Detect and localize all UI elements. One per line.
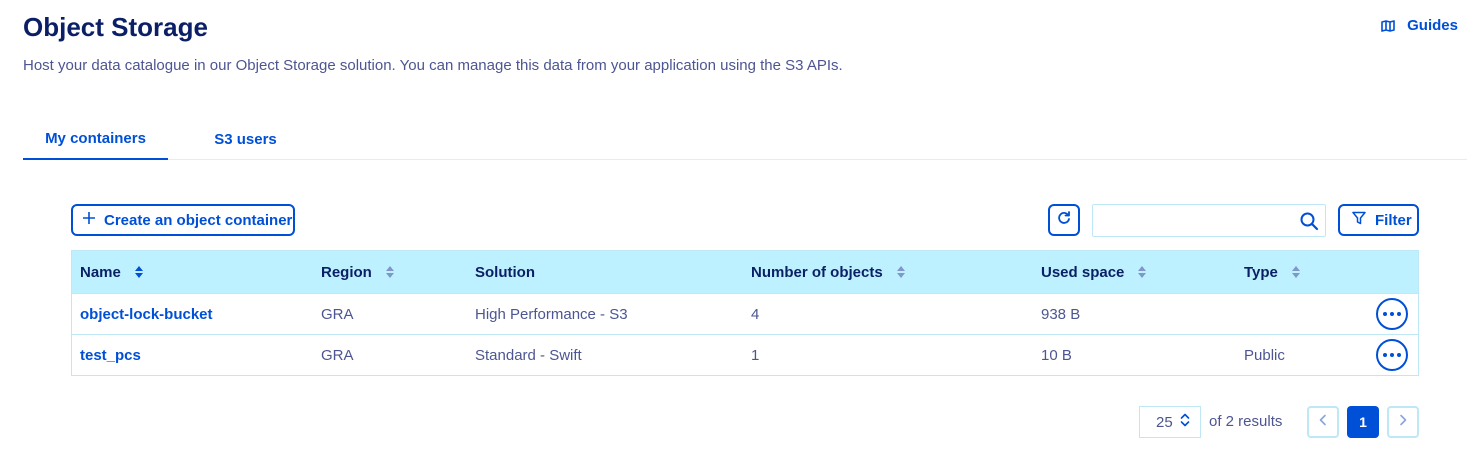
column-header-name[interactable]: Name: [80, 251, 143, 293]
sort-icon: [385, 266, 394, 278]
cell-objects: 1: [751, 346, 760, 364]
cell-used-space: 10 B: [1041, 346, 1072, 364]
create-container-button[interactable]: Create an object container: [71, 204, 295, 236]
more-horizontal-icon: [1397, 312, 1401, 316]
column-label-objects: Number of objects: [751, 263, 883, 281]
cell-objects: 4: [751, 305, 760, 323]
column-label-type: Type: [1244, 263, 1278, 281]
tab-bar: My containers S3 users: [23, 118, 1467, 160]
column-label-name: Name: [80, 263, 121, 281]
row-actions-button[interactable]: [1376, 339, 1408, 371]
previous-page-button[interactable]: [1307, 406, 1339, 438]
results-count: of 2 results: [1209, 413, 1283, 430]
filter-button[interactable]: Filter: [1338, 204, 1419, 236]
guides-link[interactable]: Guides: [1381, 17, 1458, 34]
containers-table: Name Region Solution Number of objects U…: [71, 250, 1419, 376]
page-subtitle: Host your data catalogue in our Object S…: [23, 57, 843, 74]
chevron-left-icon: [1319, 413, 1327, 431]
search-icon[interactable]: [1299, 211, 1319, 236]
more-horizontal-icon: [1383, 353, 1387, 357]
cell-region: GRA: [321, 346, 354, 364]
more-horizontal-icon: [1390, 312, 1394, 316]
column-header-region[interactable]: Region: [321, 251, 394, 293]
plus-icon: [82, 211, 96, 229]
table-row: test_pcs GRA Standard - Swift 1 10 B Pub…: [72, 334, 1418, 375]
tab-my-containers[interactable]: My containers: [23, 118, 168, 160]
more-horizontal-icon: [1397, 353, 1401, 357]
chevron-updown-icon: [1180, 413, 1190, 431]
guides-label: Guides: [1407, 17, 1458, 34]
column-header-objects[interactable]: Number of objects: [751, 251, 905, 293]
column-label-region: Region: [321, 263, 372, 281]
cell-used-space: 938 B: [1041, 305, 1081, 323]
tab-s3-users[interactable]: S3 users: [168, 118, 323, 160]
cell-solution: High Performance - S3: [475, 305, 628, 323]
next-page-button[interactable]: [1387, 406, 1419, 438]
table-header: Name Region Solution Number of objects U…: [72, 251, 1418, 293]
column-header-used-space[interactable]: Used space: [1041, 251, 1147, 293]
more-horizontal-icon: [1383, 312, 1387, 316]
search-input[interactable]: [1093, 205, 1293, 236]
chevron-right-icon: [1399, 413, 1407, 431]
cell-solution: Standard - Swift: [475, 346, 582, 364]
cell-type: Public: [1244, 346, 1285, 364]
column-label-solution: Solution: [475, 263, 535, 281]
row-actions-button[interactable]: [1376, 298, 1408, 330]
create-container-label: Create an object container: [104, 211, 293, 229]
page-title: Object Storage: [23, 12, 208, 42]
refresh-icon: [1056, 210, 1072, 230]
container-name-link[interactable]: test_pcs: [80, 335, 141, 375]
funnel-icon: [1352, 211, 1366, 229]
sort-icon: [134, 266, 143, 278]
column-header-solution: Solution: [475, 251, 535, 293]
page-size-select[interactable]: 25: [1139, 406, 1201, 438]
sort-icon: [1138, 266, 1147, 278]
column-label-used-space: Used space: [1041, 263, 1125, 281]
sort-icon: [1291, 266, 1300, 278]
more-horizontal-icon: [1390, 353, 1394, 357]
filter-label: Filter: [1375, 211, 1412, 229]
search-field: [1092, 204, 1326, 237]
page-size-value: 25: [1156, 413, 1173, 431]
table-row: object-lock-bucket GRA High Performance …: [72, 293, 1418, 334]
cell-region: GRA: [321, 305, 354, 323]
refresh-button[interactable]: [1048, 204, 1080, 236]
sort-icon: [896, 266, 905, 278]
container-name-link[interactable]: object-lock-bucket: [80, 294, 213, 334]
page-number-button[interactable]: 1: [1347, 406, 1379, 438]
map-icon: [1381, 19, 1395, 32]
column-header-type[interactable]: Type: [1244, 251, 1300, 293]
